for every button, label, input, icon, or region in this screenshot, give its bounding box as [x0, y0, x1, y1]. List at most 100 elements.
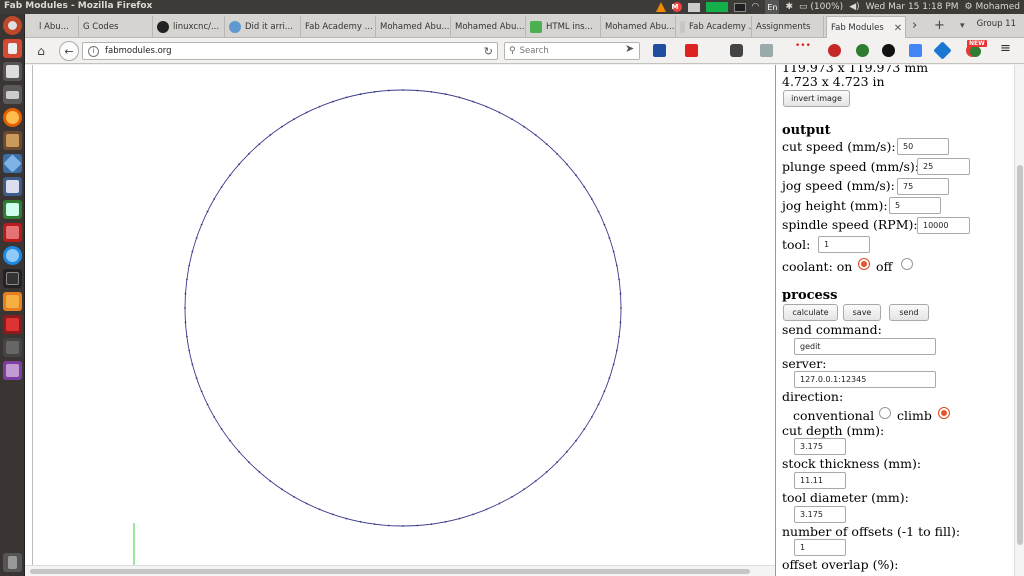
- black-extension-icon[interactable]: [882, 44, 895, 57]
- tool-diameter-input[interactable]: 3.175: [794, 506, 846, 523]
- tab-mohamed-3[interactable]: Mohamed Abu...: [601, 16, 676, 38]
- green-extension-icon[interactable]: [856, 44, 869, 57]
- trash-icon[interactable]: [3, 553, 22, 572]
- pocket-icon[interactable]: [730, 44, 743, 57]
- send-tab-icon[interactable]: ➤: [625, 42, 638, 55]
- tab-assignments[interactable]: Assignments: [752, 16, 824, 38]
- addon-plus-icon[interactable]: [685, 44, 698, 57]
- tab-gcodes[interactable]: G Codes: [79, 16, 153, 38]
- text-editor-icon[interactable]: [3, 62, 22, 81]
- system-app-icon[interactable]: [3, 338, 22, 357]
- filezilla-icon[interactable]: [3, 223, 22, 242]
- tab-group-label[interactable]: Group 11: [977, 19, 1016, 29]
- vlc-icon[interactable]: [655, 2, 666, 12]
- server-label: server:: [782, 356, 827, 371]
- url-bar[interactable]: i fabmodules.org ↻: [82, 42, 498, 60]
- invert-image-button[interactable]: invert image: [783, 90, 850, 107]
- dash-home-icon[interactable]: [3, 16, 22, 35]
- file-manager-icon[interactable]: [3, 131, 22, 150]
- tab-html[interactable]: HTML ins...: [526, 16, 601, 38]
- volume-icon[interactable]: ◀): [849, 0, 859, 14]
- jog-height-input[interactable]: 5: [889, 197, 941, 214]
- coolant-on-radio[interactable]: [858, 258, 870, 270]
- home-icon[interactable]: ⌂: [33, 42, 49, 60]
- google-extension-icon[interactable]: [909, 44, 922, 57]
- info-icon[interactable]: i: [88, 45, 99, 57]
- chromium-icon[interactable]: [3, 246, 22, 265]
- tab-reddit[interactable]: Did it arri...: [225, 16, 301, 38]
- save-page-icon[interactable]: [653, 44, 666, 57]
- keyboard-layout-indicator[interactable]: En: [765, 0, 780, 14]
- vertical-scroll-thumb[interactable]: [1017, 165, 1023, 545]
- menu-icon[interactable]: ≡: [1000, 41, 1013, 56]
- conventional-radio[interactable]: [879, 407, 891, 419]
- app-icon[interactable]: [3, 315, 22, 334]
- tab-mohamed-1[interactable]: Mohamed Abu...: [376, 16, 451, 38]
- spreadsheet-icon[interactable]: [3, 200, 22, 219]
- toolpath-vertex: [612, 363, 615, 366]
- stock-thickness-input[interactable]: 11.11: [794, 472, 846, 489]
- tab-linuxcnc[interactable]: linuxcnc/...: [153, 16, 225, 38]
- github-icon: [157, 21, 169, 33]
- tab-scroll-right-icon[interactable]: ›: [912, 18, 917, 33]
- cut-depth-input[interactable]: 3.175: [794, 438, 846, 455]
- toolpath-canvas[interactable]: [32, 65, 783, 565]
- kicad-icon[interactable]: [3, 154, 22, 173]
- horizontal-scroll-thumb[interactable]: [30, 569, 750, 574]
- tool-label: tool:: [782, 237, 811, 252]
- horizontal-scrollbar[interactable]: [25, 565, 776, 576]
- software-center-icon[interactable]: [3, 292, 22, 311]
- tab-list-icon[interactable]: ▾: [960, 21, 965, 31]
- save-button[interactable]: save: [843, 304, 881, 321]
- plunge-speed-input[interactable]: 25: [917, 158, 970, 175]
- calculate-button[interactable]: calculate: [783, 304, 838, 321]
- toolpath-vertex: [281, 488, 283, 491]
- disk-icon[interactable]: [3, 85, 22, 104]
- stock-thickness-label: stock thickness (mm):: [782, 456, 922, 471]
- tool-input[interactable]: 1: [818, 236, 870, 253]
- firefox-icon[interactable]: [3, 108, 22, 127]
- search-bar[interactable]: ⚲: [504, 42, 640, 60]
- coolant-off-radio[interactable]: [901, 258, 913, 270]
- files-icon[interactable]: [3, 39, 22, 58]
- offsets-input[interactable]: 1: [794, 539, 846, 556]
- new-tab-icon[interactable]: +: [934, 18, 945, 33]
- spindle-speed-input[interactable]: 10000: [917, 217, 970, 234]
- coolant-off-label: off: [876, 259, 893, 274]
- send-command-input[interactable]: gedit: [794, 338, 936, 355]
- tray-window-icon[interactable]: [733, 2, 746, 12]
- tray-icon[interactable]: [687, 2, 700, 12]
- mail-icon[interactable]: M: [671, 2, 682, 12]
- code-editor-icon[interactable]: [3, 177, 22, 196]
- tab-mohamed-2[interactable]: Mohamed Abu...: [451, 16, 526, 38]
- tab-fab-academy-2[interactable]: Fab Academy ...: [676, 16, 752, 38]
- tab-fab-modules[interactable]: Fab Modules ✕: [826, 16, 906, 39]
- dots-icon[interactable]: •••: [795, 41, 811, 54]
- jog-speed-input[interactable]: 75: [897, 178, 949, 195]
- battery-indicator[interactable]: ▭ (100%): [799, 0, 843, 14]
- cut-speed-input[interactable]: 50: [897, 138, 949, 155]
- clock[interactable]: Wed Mar 15 1:18 PM: [866, 0, 959, 14]
- server-input[interactable]: 127.0.0.1:12345: [794, 371, 936, 388]
- screenshot-icon[interactable]: [760, 44, 773, 57]
- bluetooth-icon[interactable]: ✱: [785, 0, 793, 14]
- tray-monitor-icon[interactable]: [705, 2, 728, 12]
- tab-fab-academy[interactable]: Fab Academy ...: [301, 16, 376, 38]
- send-button[interactable]: send: [889, 304, 929, 321]
- blue-extension-icon[interactable]: [933, 41, 952, 60]
- tab-abu[interactable]: l Abu...: [27, 16, 79, 38]
- terminal-icon[interactable]: [3, 269, 22, 288]
- search-input[interactable]: [519, 46, 630, 56]
- new-extension-icon[interactable]: [970, 46, 981, 57]
- climb-radio[interactable]: [938, 407, 950, 419]
- back-icon[interactable]: ←: [59, 41, 79, 61]
- toolpath-vertex: [269, 134, 272, 136]
- wifi-icon[interactable]: ◠: [752, 0, 760, 14]
- user-menu[interactable]: ⚙ Mohamed: [965, 0, 1020, 14]
- reload-icon[interactable]: ↻: [484, 45, 493, 58]
- workspace-icon[interactable]: [3, 361, 22, 380]
- close-tab-icon[interactable]: ✕: [894, 23, 902, 34]
- vertical-scrollbar[interactable]: [1014, 65, 1024, 576]
- toolpath-vertex: [238, 163, 241, 166]
- ublock-icon[interactable]: [828, 44, 841, 57]
